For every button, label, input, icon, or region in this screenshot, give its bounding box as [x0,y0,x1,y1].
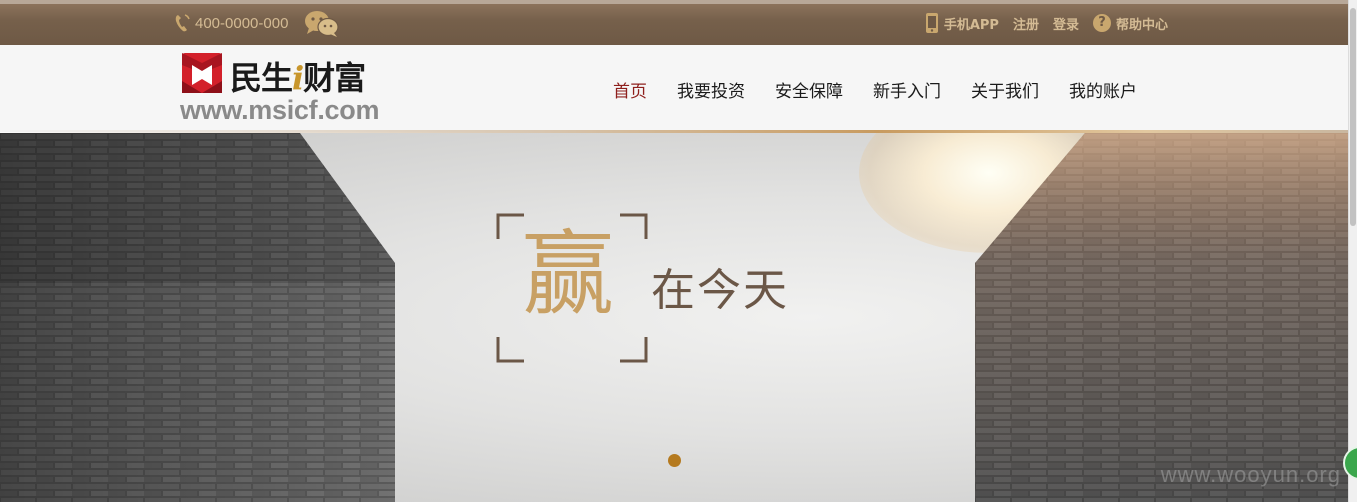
question-mark-icon: ? [1092,14,1111,32]
hotline: 400-0000-000 [173,13,288,33]
carousel-dot-active[interactable] [668,454,681,467]
nav-item-invest[interactable]: 我要投资 [677,77,745,102]
nav-item-account[interactable]: 我的账户 [1069,77,1137,102]
hotline-number: 400-0000-000 [195,14,289,32]
logo[interactable]: 民生i财富 www.msicf.com [180,51,390,127]
slogan-main-char: 赢 [522,221,615,328]
slogan-subtext: 在今天 [651,265,789,316]
login-link[interactable]: 登录 [1053,14,1079,33]
logo-text: 民生i财富 [230,59,366,97]
vertical-scrollbar[interactable] [1348,0,1357,502]
top-utility-bar: 400-0000-000 手机APP 注册 登录 ? 帮助中心 [0,0,1349,45]
logo-url: www.msicf.com [180,95,380,125]
brand-mark-icon [182,53,222,93]
left-brick-wall-image [0,133,395,502]
hero-banner[interactable]: 赢 在今天 www.wooyun.org [0,133,1349,502]
right-brick-wall-image [975,133,1349,502]
mobile-app-label: 手机APP [943,17,999,33]
nav-item-beginner[interactable]: 新手入门 [873,77,941,102]
help-center-link[interactable]: ? 帮助中心 [1092,14,1168,33]
scrollbar-thumb[interactable] [1350,8,1356,226]
phone-icon [175,14,190,32]
main-menu: 首页 我要投资 安全保障 新手入门 关于我们 我的账户 [613,77,1167,102]
nav-item-security[interactable]: 安全保障 [775,77,843,102]
nav-item-about[interactable]: 关于我们 [971,77,1039,102]
mobile-phone-icon [925,13,938,33]
watermark: www.wooyun.org [1160,462,1341,487]
nav-item-home[interactable]: 首页 [613,77,647,102]
top-links: 手机APP 注册 登录 ? 帮助中心 [925,12,1168,34]
register-link[interactable]: 注册 [1013,14,1039,33]
help-center-label: 帮助中心 [1115,17,1168,33]
wechat-icon[interactable] [304,10,340,38]
mobile-app-link[interactable]: 手机APP [925,12,999,34]
main-header: 民生i财富 www.msicf.com 首页 我要投资 安全保障 新手入门 关于… [0,45,1349,132]
